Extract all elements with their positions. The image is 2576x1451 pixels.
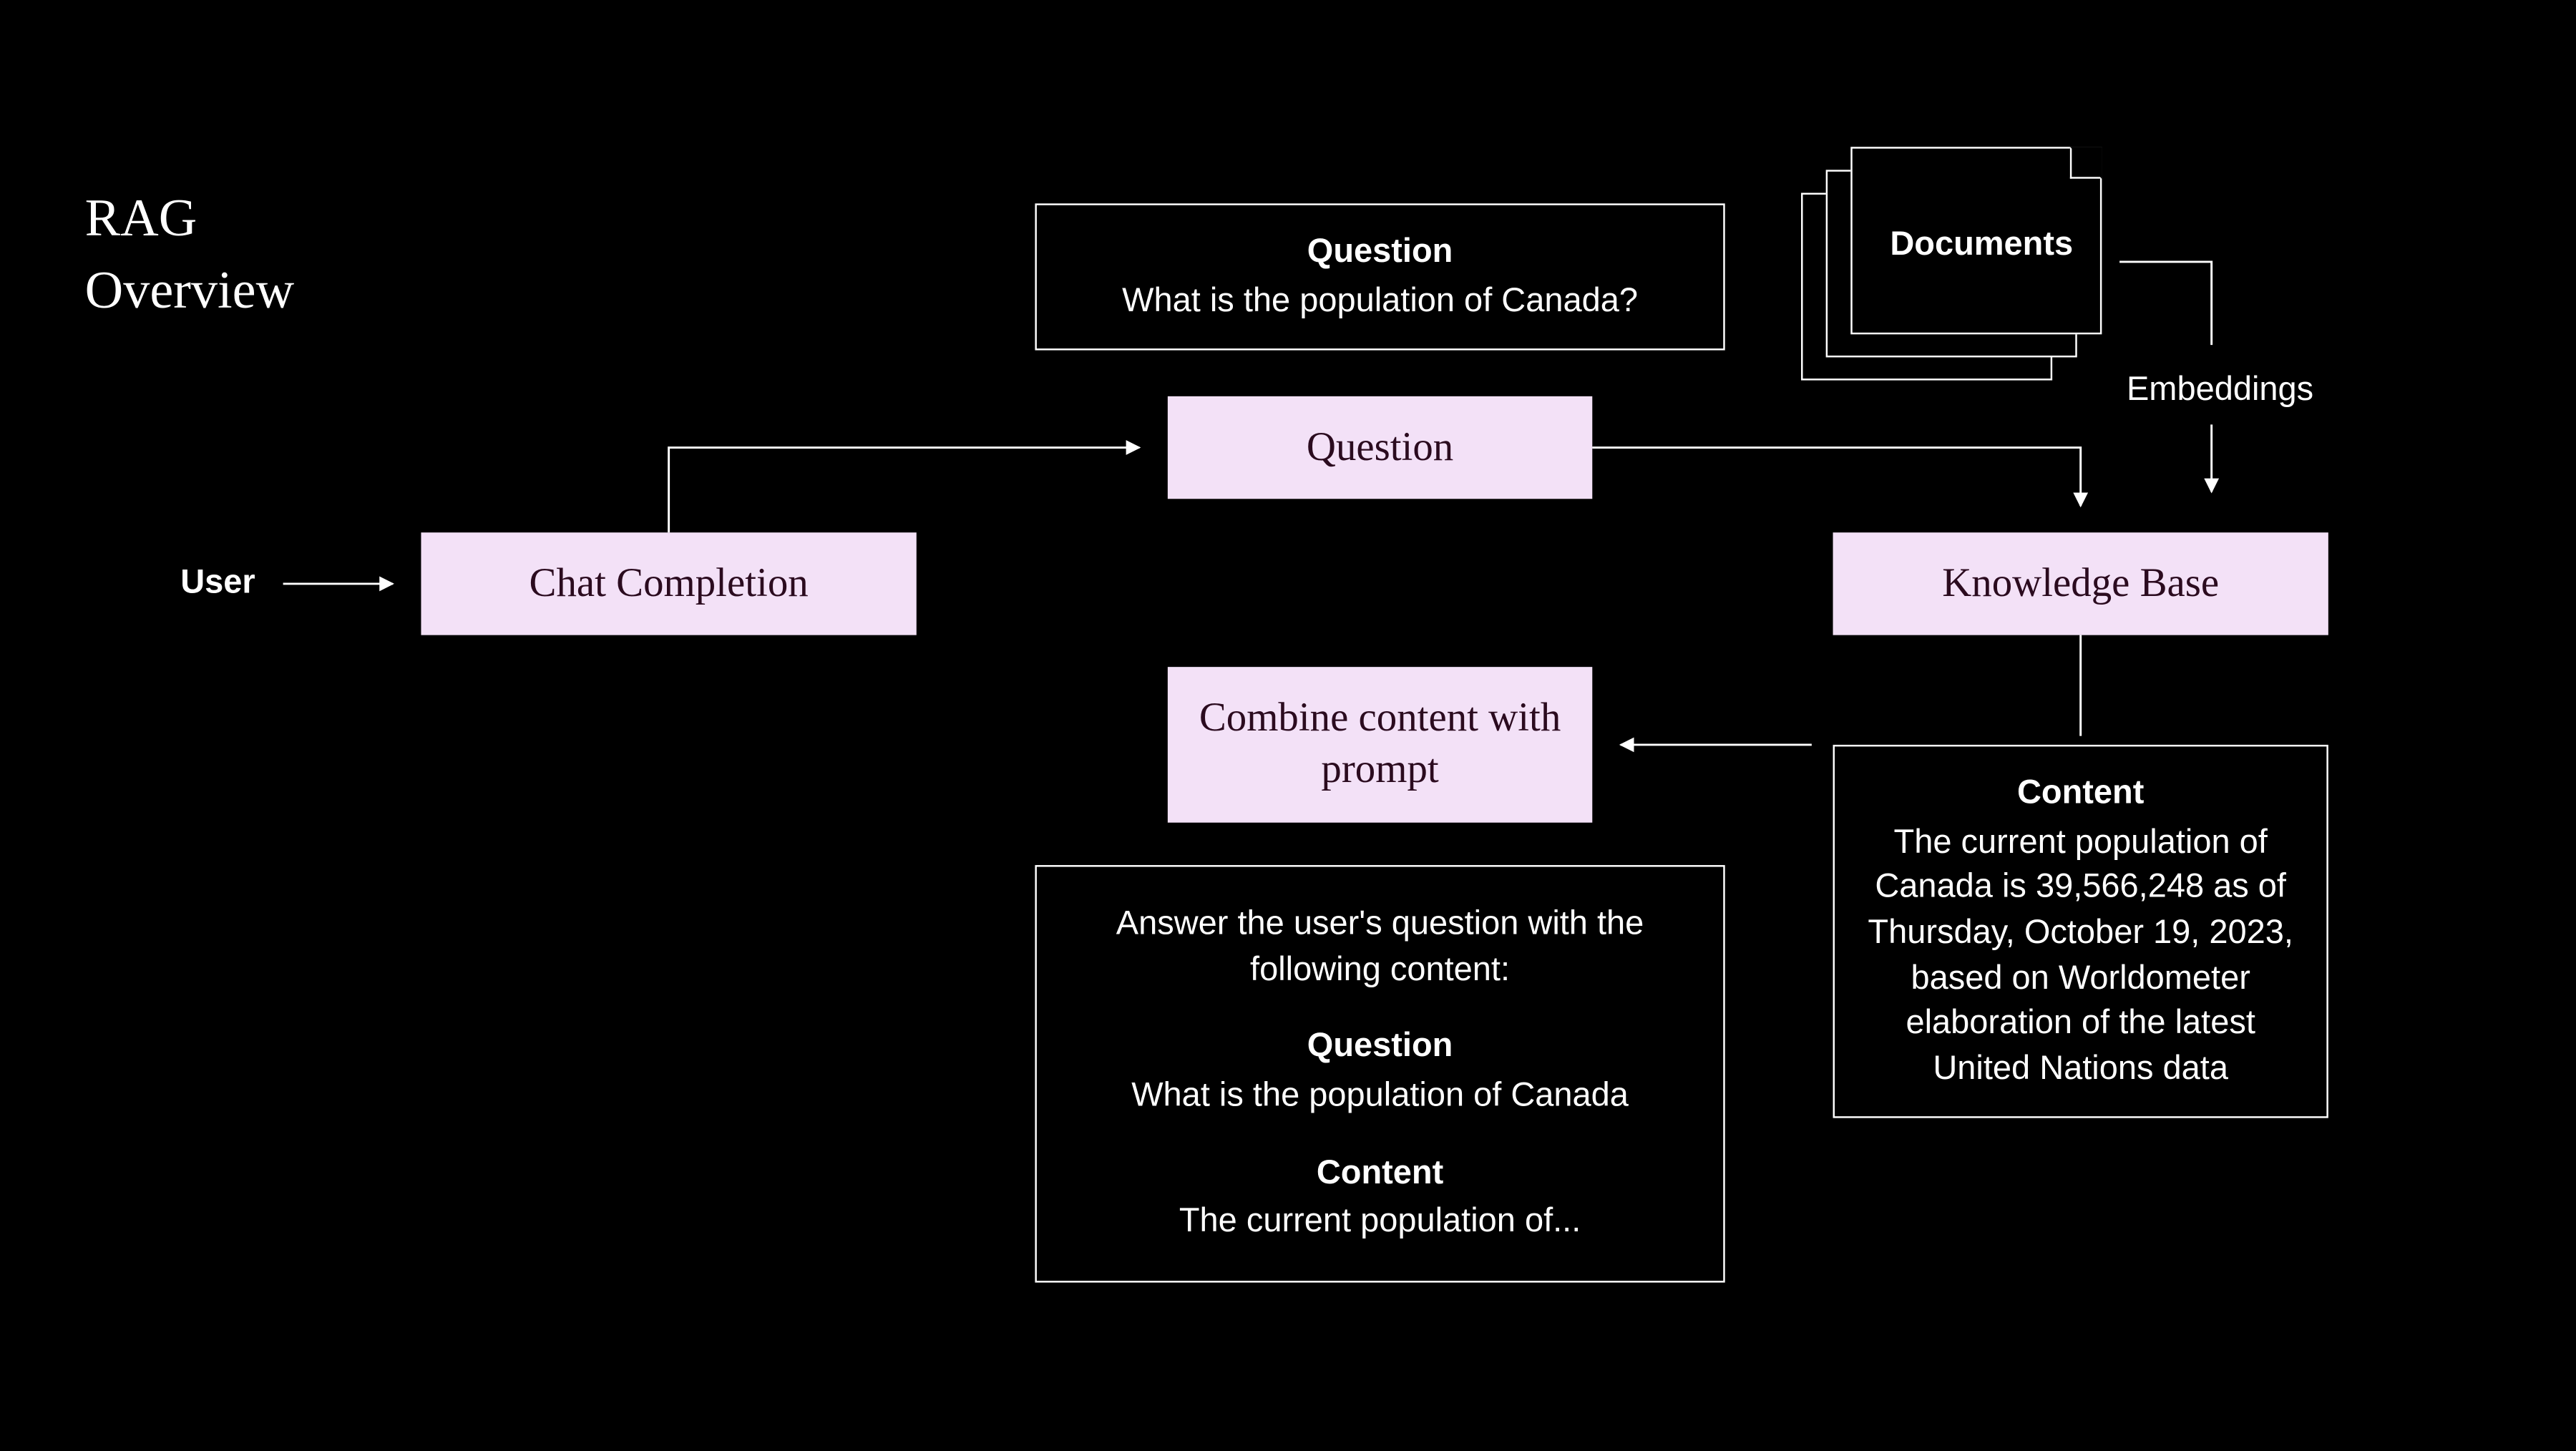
content-text: The current population of Canada is 39,5… <box>1867 820 2295 1092</box>
title-line-1: RAG <box>85 190 197 248</box>
title-line-2: Overview <box>85 261 294 320</box>
prompt-detail-box: Answer the user's question with the foll… <box>1035 865 1724 1282</box>
content-header: Content <box>1867 771 2295 816</box>
embeddings-label: Embeddings <box>2127 371 2313 410</box>
content-detail-box: Content The current population of Canada… <box>1833 745 2328 1119</box>
question-header: Question <box>1068 230 1691 275</box>
prompt-intro: Answer the user's question with the foll… <box>1086 902 1674 993</box>
node-question: Question <box>1168 396 1592 499</box>
prompt-q-header: Question <box>1086 1025 1674 1070</box>
page-title: RAG Overview <box>85 184 294 327</box>
node-knowledge-base: Knowledge Base <box>1833 532 2328 635</box>
prompt-q-text: What is the population of Canada <box>1086 1074 1674 1119</box>
diagram-canvas: RAG Overview User Embeddings Documents C… <box>0 0 2576 1444</box>
documents-label: Documents <box>1875 226 2088 265</box>
prompt-c-text: The current population of... <box>1086 1200 1674 1245</box>
question-text: What is the population of Canada? <box>1068 279 1691 324</box>
prompt-c-header: Content <box>1086 1151 1674 1196</box>
node-chat-completion: Chat Completion <box>421 532 916 635</box>
question-detail-box: Question What is the population of Canad… <box>1035 203 1724 351</box>
node-combine: Combine content with prompt <box>1168 667 1592 823</box>
user-label: User <box>180 565 255 603</box>
